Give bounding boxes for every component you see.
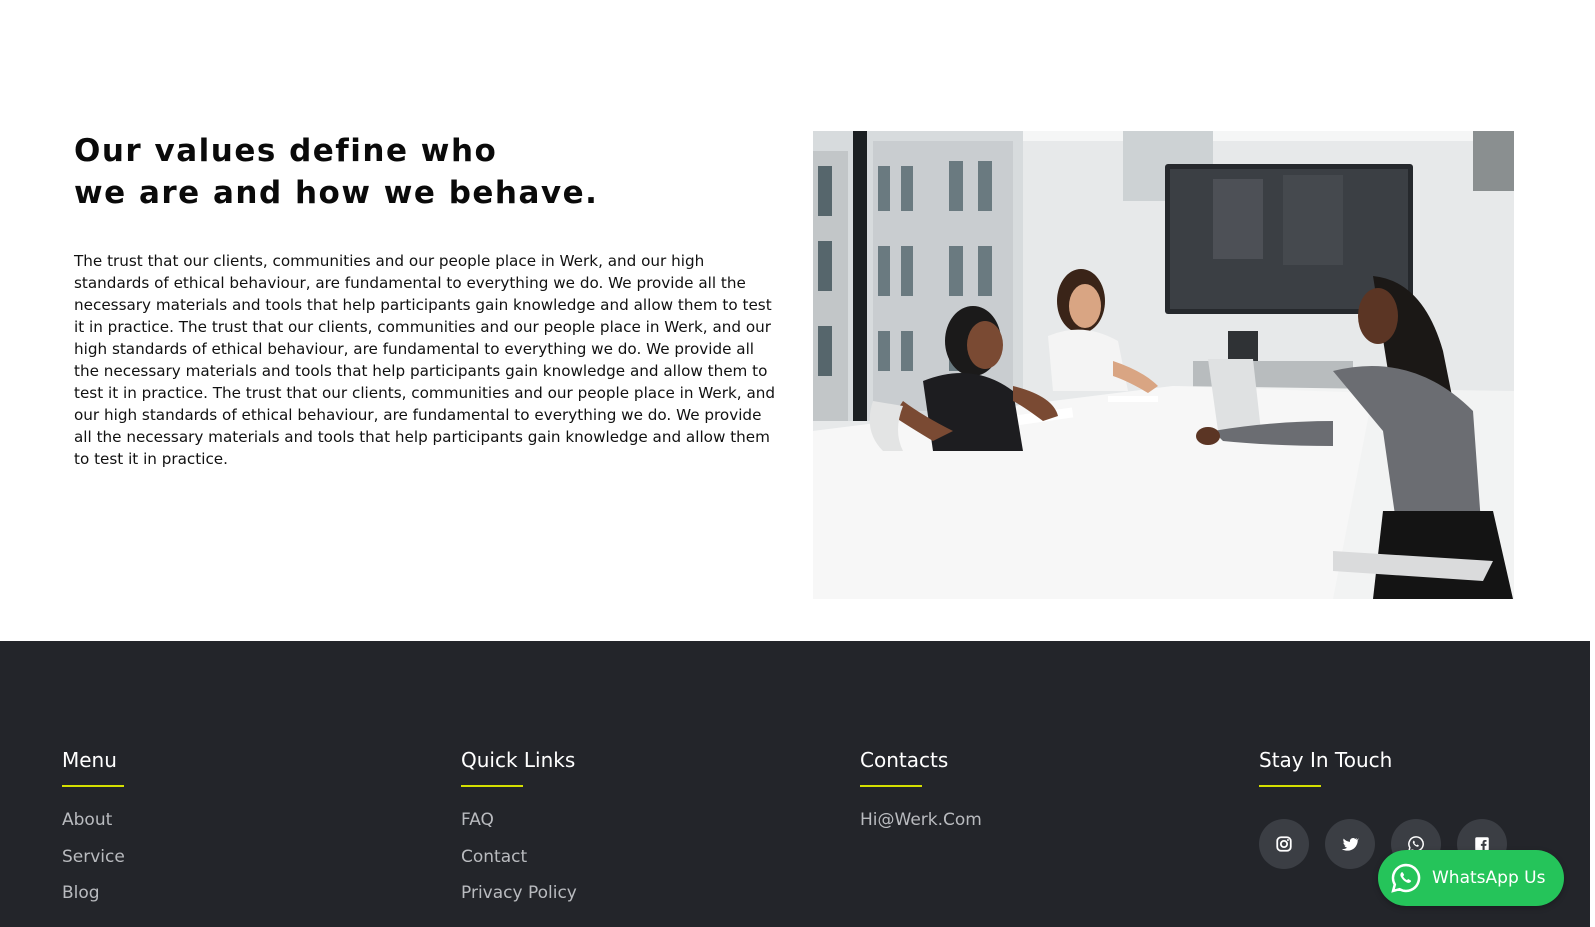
whatsapp-icon bbox=[1391, 863, 1421, 893]
values-heading-line2: we are and how we behave. bbox=[74, 175, 599, 211]
contact-email-link[interactable]: Hi@Werk.Com bbox=[860, 810, 982, 830]
footer-contacts-column: Contacts Hi@Werk.Com bbox=[860, 747, 982, 846]
values-body-text: The trust that our clients, communities … bbox=[74, 252, 776, 468]
site-footer: Menu About Service Blog Quick Links FAQ … bbox=[0, 641, 1590, 927]
quick-link-contact[interactable]: Contact bbox=[461, 847, 527, 867]
meeting-photo bbox=[813, 131, 1514, 599]
footer-menu-underline bbox=[62, 785, 124, 787]
footer-menu-item[interactable]: Service bbox=[62, 846, 125, 883]
instagram-icon bbox=[1276, 836, 1292, 852]
footer-quick-links-column: Quick Links FAQ Contact Privacy Policy bbox=[461, 747, 577, 919]
footer-menu-column: Menu About Service Blog bbox=[62, 747, 125, 919]
quick-link-privacy-policy[interactable]: Privacy Policy bbox=[461, 883, 577, 903]
twitter-icon bbox=[1341, 837, 1359, 851]
values-section: Our values define who we are and how we … bbox=[0, 0, 1595, 641]
menu-link-service[interactable]: Service bbox=[62, 847, 125, 867]
footer-stay-in-touch-title: Stay In Touch bbox=[1259, 748, 1393, 772]
footer-stay-in-touch-underline bbox=[1259, 785, 1321, 787]
contact-email-item[interactable]: Hi@Werk.Com bbox=[860, 809, 982, 846]
menu-link-about[interactable]: About bbox=[62, 810, 112, 830]
values-heading-line1: Our values define who bbox=[74, 133, 498, 169]
quick-link-faq[interactable]: FAQ bbox=[461, 810, 494, 830]
footer-menu-title: Menu bbox=[62, 748, 117, 772]
footer-menu-item[interactable]: Blog bbox=[62, 882, 125, 919]
footer-contacts-underline bbox=[860, 785, 922, 787]
footer-menu-item[interactable]: About bbox=[62, 809, 125, 846]
whatsapp-us-button[interactable]: WhatsApp Us bbox=[1378, 850, 1564, 906]
whatsapp-us-label: WhatsApp Us bbox=[1432, 868, 1546, 888]
quick-link-item[interactable]: Contact bbox=[461, 846, 577, 883]
twitter-button[interactable] bbox=[1325, 819, 1375, 869]
quick-link-item[interactable]: Privacy Policy bbox=[461, 882, 577, 919]
footer-contacts-title: Contacts bbox=[860, 748, 949, 772]
footer-quick-links-title: Quick Links bbox=[461, 748, 576, 772]
menu-link-blog[interactable]: Blog bbox=[62, 883, 100, 903]
values-heading: Our values define who we are and how we … bbox=[74, 130, 634, 214]
footer-quick-links-underline bbox=[461, 785, 523, 787]
instagram-button[interactable] bbox=[1259, 819, 1309, 869]
quick-link-item[interactable]: FAQ bbox=[461, 809, 577, 846]
